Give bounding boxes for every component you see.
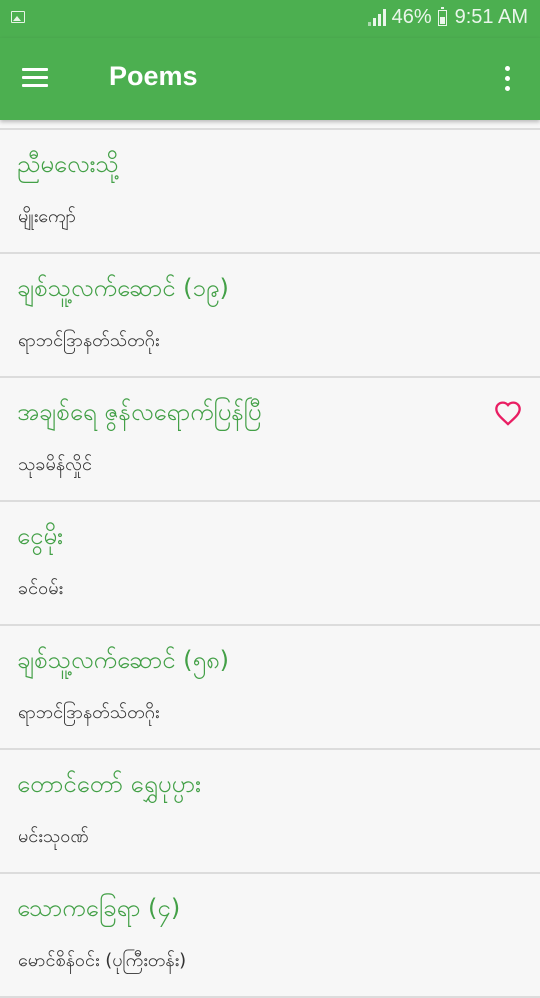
- poem-author: မောင်စိန်ဝင်း (ပုကြီးတန်း): [18, 950, 187, 971]
- poem-list-item[interactable]: ညီမလေးသို့ မျိုးကျော်: [0, 130, 540, 254]
- poem-author: မင်းသုဝဏ်: [18, 826, 89, 847]
- poem-title: ငွေမိုး: [17, 522, 64, 550]
- poem-author: ရာဘင်ဒြာနတ်သ်တဂိုး: [18, 330, 160, 351]
- poem-title: အချစ်ရေ ဇွန်လရောက်ပြန်ပြီ: [17, 398, 262, 426]
- status-bar: 46% 9:51 AM: [0, 0, 540, 38]
- poem-title: ချစ်သူ့လက်ဆောင် (၁၉): [17, 274, 229, 302]
- poem-title: တောင်တော် ရွှေပုပ္ပား: [17, 770, 202, 798]
- poem-list-item[interactable]: ငွေမိုး ခင်ဝမ်း: [0, 502, 540, 626]
- battery-icon: [437, 6, 447, 26]
- poem-list-item[interactable]: တောင်တော် ရွှေပုပ္ပား မင်းသုဝဏ်: [0, 750, 540, 874]
- hamburger-menu-icon[interactable]: [20, 66, 50, 90]
- poem-title: ညီမလေးသို့: [17, 150, 119, 178]
- clock: 9:51 AM: [454, 6, 528, 28]
- favorite-heart-icon[interactable]: [494, 400, 522, 426]
- signal-icon: [367, 9, 386, 26]
- poem-title: ချစ်သူ့လက်ဆောင် (၅၈): [17, 646, 230, 674]
- image-notification-icon: [11, 11, 25, 23]
- poem-author: မျိုးကျော်: [18, 206, 76, 227]
- battery-percent: 46%: [391, 6, 432, 28]
- poem-list-item[interactable]: အချစ်ရေ ဇွန်လရောက်ပြန်ပြီ သုခမိန်လှိုင်: [0, 378, 540, 502]
- app-title: Poems: [109, 61, 198, 91]
- poem-list: ညီမလေးသို့ မျိုးကျော် ချစ်သူ့လက်ဆောင် (၁…: [0, 128, 540, 998]
- poem-list-item[interactable]: ချစ်သူ့လက်ဆောင် (၁၉) ရာဘင်ဒြာနတ်သ်တဂိုး: [0, 254, 540, 378]
- more-options-icon[interactable]: [496, 64, 520, 94]
- app-bar: Poems: [0, 38, 540, 120]
- status-indicators: 46% 9:51 AM: [367, 6, 528, 29]
- poem-author: ရာဘင်ဒြာနတ်သ်တဂိုး: [18, 702, 160, 723]
- poem-list-item[interactable]: ချစ်သူ့လက်ဆောင် (၅၈) ရာဘင်ဒြာနတ်သ်တဂိုး: [0, 626, 540, 750]
- poem-list-item[interactable]: သောကခြေရာ (၄) မောင်စိန်ဝင်း (ပုကြီးတန်း): [0, 874, 540, 998]
- poem-author: ခင်ဝမ်း: [18, 578, 64, 599]
- poem-title: သောကခြေရာ (၄): [17, 894, 181, 922]
- poem-author: သုခမိန်လှိုင်: [18, 454, 92, 475]
